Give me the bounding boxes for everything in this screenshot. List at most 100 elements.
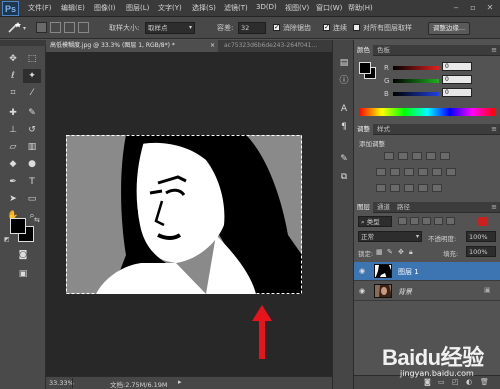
tab-adjustments[interactable]: 调整 [354,124,373,135]
subtract-selection-icon[interactable] [64,22,75,33]
color-spectrum-bar[interactable] [359,108,495,116]
menu-edit[interactable]: 编辑(E) [61,3,85,13]
lock-pixels-icon[interactable]: ✎ [387,248,393,256]
layer-filter-kind-select[interactable]: ⌕ 类型 [358,216,392,227]
tab-styles[interactable]: 样式 [374,124,393,135]
tab-swatches[interactable]: 色板 [374,45,393,56]
default-colors-icon[interactable]: ◩ [4,236,10,243]
blend-mode-select[interactable]: 正常 ▾ [358,231,422,242]
contiguous-checkbox[interactable] [323,23,330,31]
magic-wand-tool-icon[interactable]: ✦ [23,69,41,83]
quick-mask-icon[interactable]: ◙ [14,248,32,262]
levels-icon[interactable] [398,152,408,160]
tab-inactive-document[interactable]: ac75323d6b6de243-264f041... [220,40,332,52]
filter-adjustment-icon[interactable] [410,217,419,225]
eraser-tool-icon[interactable]: ▱ [4,140,22,154]
pen-tool-icon[interactable]: ✒ [4,175,22,189]
layers-menu-icon[interactable]: ≡ [491,203,497,211]
selective-color-icon[interactable] [418,184,428,192]
menu-type[interactable]: 文字(Y) [158,3,182,13]
properties-panel-icon[interactable]: ⓘ [335,74,353,88]
eye-icon[interactable]: ◉ [356,282,368,301]
toolbar-grip[interactable] [0,40,46,46]
color-lookup-icon[interactable] [446,168,456,176]
exposure-icon[interactable] [426,152,436,160]
minimize-button[interactable]: ‒ [448,2,464,14]
color-panel-menu-icon[interactable]: ≡ [491,46,497,54]
status-menu-arrow-icon[interactable]: ▸ [178,378,182,386]
intersect-selection-icon[interactable] [78,22,89,33]
move-tool-icon[interactable]: ✥ [4,52,22,66]
menu-select[interactable]: 选择(S) [192,3,216,13]
channel-r-value[interactable]: 0 [442,62,472,71]
restore-button[interactable]: ▫ [465,2,481,14]
opacity-input[interactable]: 100% [466,231,496,242]
close-button[interactable]: ✕ [482,2,498,14]
blur-tool-icon[interactable]: ◆ [4,157,22,171]
type-tool-icon[interactable]: T [23,175,41,189]
sample-size-select[interactable]: 取样点 ▾ [145,22,195,34]
channel-g-slider[interactable] [393,79,439,83]
filter-type-icon[interactable] [422,217,431,225]
adjustments-menu-icon[interactable]: ≡ [491,125,497,133]
channel-r-slider[interactable] [393,66,439,70]
menu-file[interactable]: 文件(F) [28,3,52,13]
paragraph-panel-icon[interactable]: ¶ [335,120,353,134]
tolerance-input[interactable]: 32 [238,22,266,34]
canvas-image[interactable] [66,135,302,294]
color-balance-icon[interactable] [390,168,400,176]
channel-g-value[interactable]: 0 [442,75,472,84]
layer-row-background[interactable]: ◉ 背景 ▣ [354,282,500,301]
new-selection-icon[interactable] [36,22,47,33]
character-panel-icon[interactable]: A [335,102,353,116]
filter-smart-icon[interactable] [446,217,455,225]
black-white-icon[interactable] [404,168,414,176]
lock-position-icon[interactable]: ✥ [398,248,404,256]
tab-layers[interactable]: 图层 [354,202,373,213]
hue-saturation-icon[interactable] [376,168,386,176]
tab-active-document[interactable]: 高低模糊度.jpg @ 33.3% (图层 1, RGB/8*) * × [46,40,218,52]
lock-all-icon[interactable]: 🔒︎ [409,248,413,257]
history-panel-icon[interactable]: ▤ [335,56,353,70]
screen-mode-icon[interactable]: ▣ [14,267,32,281]
history-brush-icon[interactable]: ↺ [23,123,41,137]
menu-image[interactable]: 图像(I) [94,3,116,13]
brightness-contrast-icon[interactable] [384,152,394,160]
menu-window[interactable]: 窗口(W) [316,3,342,13]
lasso-tool-icon[interactable]: ℓ [4,69,22,83]
refine-edge-button[interactable]: 调整边缘... [428,22,470,35]
filter-shape-icon[interactable] [434,217,443,225]
tab-channels[interactable]: 通道 [374,202,393,213]
antialias-checkbox[interactable] [273,23,280,31]
channel-mixer-icon[interactable] [432,168,442,176]
lock-transparent-icon[interactable]: ▦ [376,248,383,256]
layer-row-layer1[interactable]: ◉ 图层 1 [354,262,500,281]
clone-stamp-icon[interactable]: ⊥ [4,123,22,137]
fill-input[interactable]: 100% [466,246,496,257]
vibrance-icon[interactable] [440,152,450,160]
posterize-icon[interactable] [390,184,400,192]
curves-icon[interactable] [412,152,422,160]
filter-pixel-icon[interactable] [398,217,407,225]
shape-tool-icon[interactable]: ▭ [23,192,41,206]
sample-all-layers-checkbox[interactable] [353,24,360,31]
background-layer-name[interactable]: 背景 [398,287,412,297]
brush-panel-icon[interactable]: ✎ [335,152,353,166]
filter-toggle-icon[interactable] [478,217,488,226]
menu-view[interactable]: 视图(V) [285,3,309,13]
photo-filter-icon[interactable] [418,168,428,176]
layer1-name[interactable]: 图层 1 [398,267,419,277]
close-tab-icon[interactable]: × [210,40,215,52]
menu-layer[interactable]: 图层(L) [126,3,149,13]
threshold-icon[interactable] [404,184,414,192]
dodge-tool-icon[interactable]: ● [23,157,41,171]
channel-b-value[interactable]: 0 [442,88,472,97]
gradient-tool-icon[interactable]: ▥ [23,140,41,154]
eyedropper-tool-icon[interactable]: ⁄ [23,86,41,100]
menu-3d[interactable]: 3D(D) [256,3,277,11]
channel-b-slider[interactable] [393,92,439,96]
clone-source-icon[interactable]: ⧉ [335,170,353,184]
tab-color[interactable]: 颜色 [354,45,373,56]
marquee-tool-icon[interactable]: ⬚ [23,52,41,66]
gradient-map-icon[interactable] [432,184,442,192]
